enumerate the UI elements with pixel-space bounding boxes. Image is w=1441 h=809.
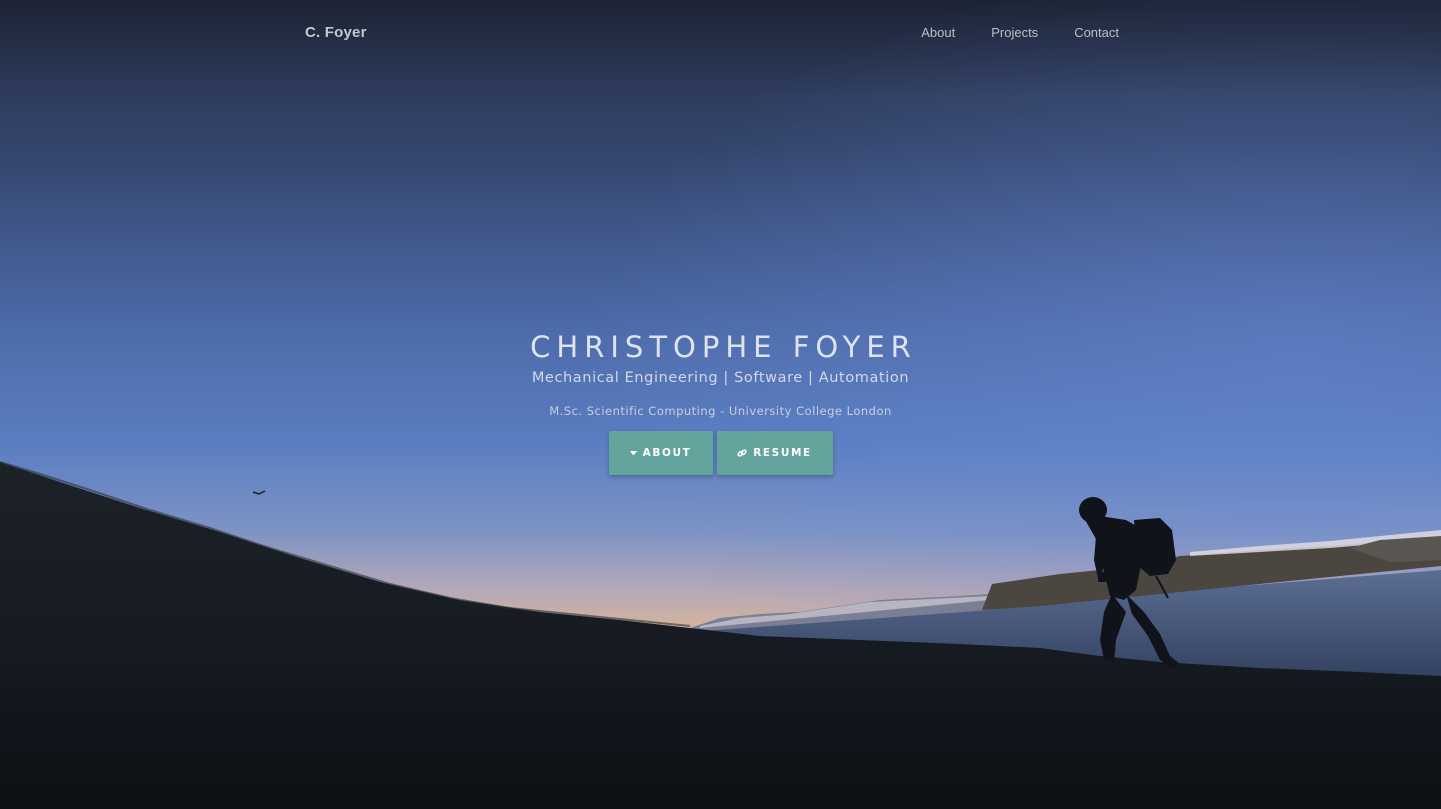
caret-down-icon [629,450,637,456]
hero-section: C. Foyer About Projects Contact CHRISTOP… [0,0,1441,809]
nav-link-about[interactable]: About [903,25,973,40]
about-button[interactable]: ABOUT [608,431,713,475]
link-icon [737,448,747,458]
nav-links: About Projects Contact [903,25,1119,40]
hero-degree: M.Sc. Scientific Computing - University … [549,404,892,418]
resume-button[interactable]: RESUME [716,431,833,475]
hero-title: CHRISTOPHE FOYER [530,330,917,364]
about-button-label: ABOUT [642,447,692,459]
hero-content: CHRISTOPHE FOYER Mechanical Engineering … [0,330,1441,475]
top-navbar: C. Foyer About Projects Contact [0,0,1441,66]
hero-buttons: ABOUT RESUME [0,431,1441,475]
resume-button-label: RESUME [753,447,812,459]
nav-link-contact[interactable]: Contact [1056,25,1119,40]
brand-logo-link[interactable]: C. Foyer [305,24,367,41]
nav-link-projects[interactable]: Projects [973,25,1056,40]
hero-subtitle: Mechanical Engineering | Software | Auto… [531,370,910,386]
